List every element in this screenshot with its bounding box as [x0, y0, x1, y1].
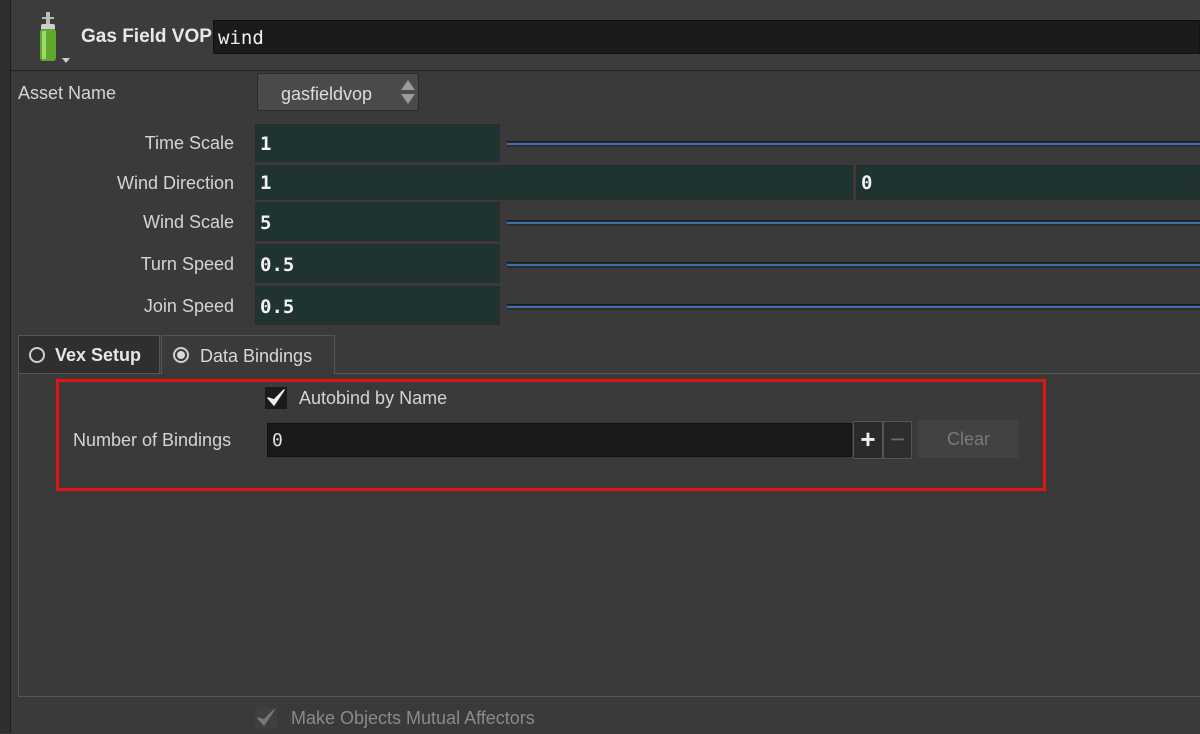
turn-speed-label: Turn Speed: [140, 254, 234, 274]
time-scale-field[interactable]: [255, 124, 500, 162]
add-binding-button[interactable]: +: [853, 421, 883, 459]
checkmark-disabled-icon: [257, 709, 275, 726]
number-of-bindings-value: 0: [272, 430, 283, 451]
time-scale-slider-fill: [507, 143, 1200, 145]
join-speed-slider[interactable]: [507, 304, 1200, 310]
number-of-bindings-label: Number of Bindings: [73, 430, 232, 450]
time-scale-slider[interactable]: [507, 141, 1200, 147]
wind-direction-x-field[interactable]: [255, 165, 853, 200]
radio-unselected-icon: [29, 347, 45, 363]
left-panel-edge: [0, 0, 11, 733]
wind-direction-y-field[interactable]: [856, 165, 1200, 200]
asset-name-label: Asset Name: [18, 83, 117, 103]
node-type-label: Gas Field VOP: [81, 26, 212, 47]
wind-scale-field[interactable]: [255, 202, 500, 241]
tab-vex-setup-label: Vex Setup: [55, 345, 142, 365]
autobind-checkbox[interactable]: [265, 387, 287, 409]
gas-canister-icon[interactable]: [30, 8, 70, 68]
join-speed-value: 0.5: [260, 296, 295, 318]
time-scale-label: Time Scale: [144, 133, 234, 153]
radio-selected-icon: [173, 347, 189, 363]
turn-speed-slider[interactable]: [507, 262, 1200, 268]
dropdown-triangle-icon: [62, 58, 70, 63]
remove-binding-button[interactable]: −: [883, 421, 912, 459]
clear-bindings-button[interactable]: Clear: [917, 419, 1020, 459]
turn-speed-value: 0.5: [260, 254, 295, 276]
wind-direction-label: Wind Direction: [116, 173, 234, 193]
node-name-value: wind: [218, 27, 264, 49]
node-name-field[interactable]: [213, 20, 1200, 54]
join-speed-label: Join Speed: [143, 296, 234, 316]
wind-direction-y-value: 0: [861, 172, 873, 194]
time-scale-value: 1: [260, 133, 272, 155]
turn-speed-slider-fill: [507, 264, 1200, 266]
mutual-affectors-label: Make Objects Mutual Affectors: [291, 708, 535, 728]
asset-name-value: gasfieldvop: [281, 84, 373, 104]
tab-data-bindings[interactable]: Data Bindings: [161, 335, 335, 374]
tab-vex-setup[interactable]: Vex Setup: [18, 335, 160, 373]
wind-direction-x-value: 1: [260, 172, 272, 194]
tab-data-bindings-label: Data Bindings: [200, 346, 313, 366]
autobind-label: Autobind by Name: [299, 388, 448, 408]
join-speed-slider-fill: [507, 306, 1200, 308]
checkmark-icon: [267, 389, 285, 406]
wind-scale-label: Wind Scale: [142, 212, 234, 232]
wind-scale-slider-fill: [507, 222, 1200, 224]
number-of-bindings-field[interactable]: [267, 423, 852, 457]
wind-scale-slider[interactable]: [507, 220, 1200, 226]
mutual-affectors-checkbox[interactable]: [255, 707, 277, 729]
up-down-arrows-icon: [398, 76, 418, 108]
wind-scale-value: 5: [260, 212, 272, 234]
